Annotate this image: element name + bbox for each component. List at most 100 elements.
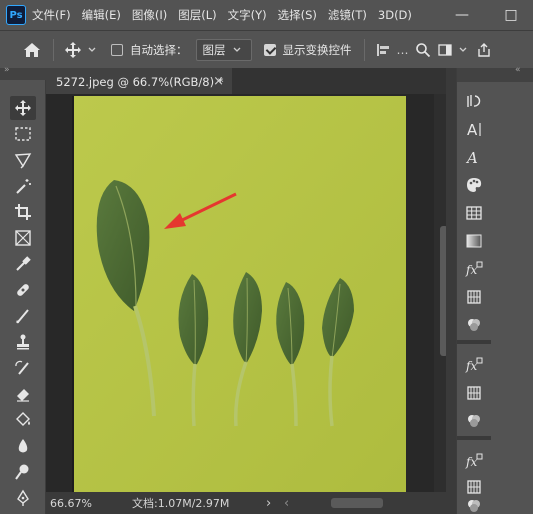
chevron-down-icon[interactable] [458, 45, 468, 55]
menu-file[interactable]: 文件(F) [32, 7, 71, 23]
frame-tool[interactable] [10, 226, 36, 250]
lasso-tool[interactable] [10, 148, 36, 172]
home-icon [24, 42, 40, 57]
show-transform-checkbox[interactable] [263, 43, 276, 56]
dodge-icon [15, 464, 29, 480]
glyphs-icon: A [465, 149, 478, 166]
eyedropper-tool[interactable] [10, 252, 36, 276]
droplet-icon [18, 439, 28, 453]
move-tool-preset[interactable] [64, 41, 97, 59]
menu-edit[interactable]: 编辑(E) [82, 7, 121, 23]
pen-icon [17, 489, 29, 506]
swatches-panel-button[interactable] [463, 202, 485, 224]
gradients-panel-button[interactable] [463, 230, 485, 252]
align-left-button[interactable] [375, 42, 391, 58]
menu-bar: Ps 文件(F) 编辑(E) 图像(I) 图层(L) 文字(Y) 选择(S) 滤… [0, 0, 533, 30]
adjustments-panel-button-2[interactable] [463, 382, 485, 404]
channels-icon [468, 500, 480, 512]
collapse-icon[interactable]: « [515, 65, 521, 75]
magic-wand-icon [16, 179, 31, 194]
crop-icon [15, 204, 31, 220]
gradient-icon [466, 234, 482, 248]
move-icon [15, 100, 31, 116]
paint-bucket-tool[interactable] [10, 408, 36, 432]
channels-panel-button[interactable] [463, 314, 485, 336]
svg-text:A: A [465, 149, 478, 166]
auto-select-target-select[interactable]: 图层 [195, 38, 252, 61]
stamp-tool[interactable] [10, 330, 36, 354]
adjustments-panel-button-3[interactable] [463, 476, 485, 498]
share-button[interactable] [476, 42, 492, 58]
channels-panel-button-3[interactable] [463, 498, 485, 514]
adjustments-panel-button[interactable] [463, 286, 485, 308]
horizontal-scrollbar-thumb[interactable] [331, 498, 383, 508]
lasso-icon [14, 153, 32, 169]
align-left-icon [376, 43, 389, 56]
color-panel-button[interactable] [463, 174, 485, 196]
marquee-tool[interactable] [10, 122, 36, 146]
document-tab-title: 5272.jpeg @ 66.7%(RGB/8) * [56, 75, 224, 89]
character-panel-button[interactable]: A [463, 118, 485, 140]
history-icon [467, 95, 481, 107]
document-canvas[interactable] [74, 96, 406, 492]
workspace-button[interactable] [437, 42, 453, 58]
minimize-button[interactable]: — [440, 0, 484, 30]
auto-select-target-value: 图层 [202, 42, 226, 57]
close-icon[interactable]: × [213, 74, 224, 89]
document-tab[interactable]: 5272.jpeg @ 66.7%(RGB/8) * × [46, 68, 232, 94]
paragraph-panel-button[interactable]: A [463, 146, 485, 168]
menu-select[interactable]: 选择(S) [278, 7, 317, 23]
rectangle-marquee-icon [15, 127, 31, 141]
dodge-tool[interactable] [10, 460, 36, 484]
menu-filter[interactable]: 滤镜(T) [328, 7, 367, 23]
crop-tool[interactable] [10, 200, 36, 224]
frame-icon [15, 230, 31, 246]
search-button[interactable] [415, 42, 431, 58]
styles-panel-button[interactable]: fx [463, 258, 485, 280]
blur-tool[interactable] [10, 434, 36, 458]
pen-tool[interactable] [10, 486, 36, 510]
menu-image[interactable]: 图像(I) [132, 7, 167, 23]
document-area: 5272.jpeg @ 66.7%(RGB/8) * × 66.67% 文档:1… [46, 68, 454, 514]
adjustment-grid-icon [467, 386, 481, 400]
move-icon [65, 41, 81, 58]
maximize-button[interactable]: □ [489, 0, 533, 30]
magic-wand-tool[interactable] [10, 174, 36, 198]
menu-layer[interactable]: 图层(L) [178, 7, 216, 23]
home-button[interactable] [21, 39, 43, 61]
styles-panel-button-2[interactable]: fx [463, 354, 485, 376]
history-brush-icon [15, 360, 29, 375]
auto-select-checkbox[interactable] [111, 43, 123, 56]
adjustment-grid-icon [467, 290, 481, 304]
svg-text:A: A [467, 121, 478, 138]
eraser-icon [17, 389, 29, 402]
workspace-icon [437, 43, 452, 56]
menu-type[interactable]: 文字(Y) [228, 7, 267, 23]
scroll-left-arrow[interactable]: ‹ [284, 496, 289, 511]
collapse-icon[interactable]: » [4, 65, 10, 75]
move-tool[interactable] [10, 96, 36, 120]
history-panel-button[interactable] [463, 90, 485, 112]
styles-panel-button-3[interactable]: fx [463, 450, 485, 472]
options-divider [53, 38, 54, 61]
menu-3d[interactable]: 3D(D) [378, 8, 412, 22]
eraser-tool[interactable] [10, 382, 36, 406]
right-panel-dock: « A A fx fx fx [456, 65, 533, 514]
tools-panel: » [0, 65, 46, 514]
channels-icon [468, 319, 480, 331]
channels-panel-button-2[interactable] [463, 410, 485, 432]
panel-gutter [446, 68, 456, 514]
history-brush-tool[interactable] [10, 356, 36, 380]
healing-tool[interactable] [10, 278, 36, 302]
photoshop-logo[interactable]: Ps [6, 5, 26, 25]
eyedropper-icon [16, 256, 31, 271]
fx-icon: fx [465, 453, 483, 469]
options-bar: 自动选择： 图层 显示变换控件 … [0, 30, 533, 68]
adjustment-grid-icon [467, 480, 481, 494]
brush-tool[interactable] [10, 304, 36, 328]
zoom-level[interactable]: 66.67% [50, 497, 92, 510]
svg-text:fx: fx [465, 263, 477, 277]
status-menu-arrow[interactable]: › [266, 496, 271, 511]
more-options-button[interactable]: … [397, 43, 409, 57]
share-icon [477, 42, 490, 57]
